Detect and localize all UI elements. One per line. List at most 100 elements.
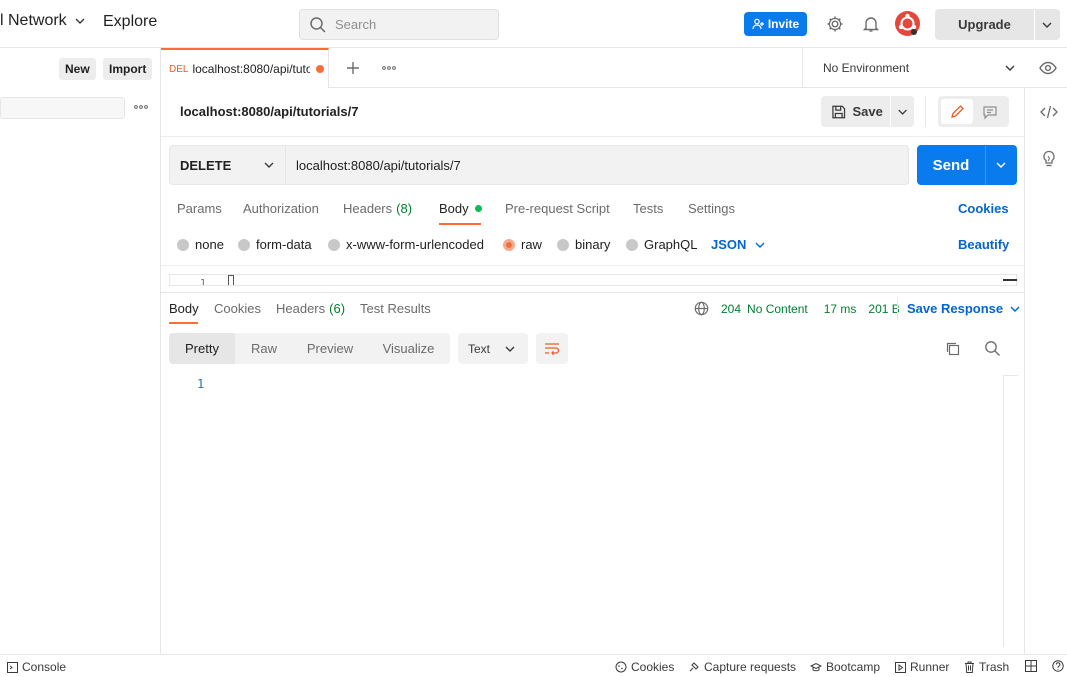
explore-link[interactable]: Explore	[103, 13, 157, 31]
more-icon[interactable]	[382, 65, 396, 71]
response-tab-body[interactable]: Body	[169, 301, 199, 316]
response-tab-headers-count: (6)	[329, 301, 346, 316]
save-button[interactable]: Save	[821, 96, 914, 127]
search-icon	[310, 16, 326, 33]
tab-params[interactable]: Params	[177, 201, 222, 216]
save-response-button[interactable]: Save Response	[907, 301, 1021, 316]
chevron-down-icon	[1005, 65, 1015, 71]
save-label: Save	[852, 104, 883, 119]
comments-button[interactable]	[973, 99, 1006, 124]
search-placeholder: Search	[335, 17, 377, 32]
environment-select[interactable]: No Environment	[802, 48, 1023, 88]
response-time: 17 ms	[823, 301, 857, 316]
status-dot	[474, 205, 482, 212]
radio-circle	[626, 238, 638, 251]
plus-icon[interactable]	[346, 61, 360, 75]
new-button[interactable]: New	[59, 58, 96, 80]
response-tab-headers-label: Headers	[276, 301, 326, 316]
resize-handle[interactable]	[1003, 279, 1017, 281]
unsaved-dot	[316, 65, 325, 73]
help-icon[interactable]	[1052, 660, 1064, 672]
response-tab-headers[interactable]: Headers (6)	[276, 301, 345, 316]
lightbulb-icon[interactable]	[1041, 150, 1057, 168]
view-pretty[interactable]: Pretty	[169, 333, 235, 364]
tab-body[interactable]: Body	[439, 201, 482, 216]
chevron-down-icon[interactable]	[986, 158, 1017, 172]
eye-icon[interactable]	[1039, 60, 1057, 76]
bell-icon[interactable]	[862, 15, 880, 33]
chevron-down-icon[interactable]	[1035, 18, 1060, 32]
workspace-menu[interactable]: l Network	[0, 12, 87, 30]
wrap-lines-button[interactable]	[536, 333, 568, 364]
import-button[interactable]: Import	[103, 58, 153, 80]
method-select[interactable]: DELETE	[170, 146, 286, 184]
send-button[interactable]: Send	[917, 145, 1017, 185]
radio-circle	[177, 238, 189, 251]
response-meta: 204 No Content 17 ms 201 B	[694, 301, 900, 316]
status-text: No Content	[747, 301, 808, 316]
cookies-link[interactable]: Cookies	[958, 201, 1009, 216]
radio-raw[interactable]: raw	[503, 237, 542, 252]
globe-icon[interactable]	[694, 301, 709, 316]
play-icon	[895, 661, 906, 673]
view-preview[interactable]: Preview	[293, 333, 367, 364]
scrollbar[interactable]	[1003, 375, 1018, 647]
chevron-down-icon	[264, 162, 274, 168]
two-pane-icon[interactable]	[1025, 660, 1037, 672]
save-icon	[832, 105, 846, 118]
more-icon[interactable]	[134, 104, 148, 110]
runner-button[interactable]: Runner	[895, 660, 949, 674]
upgrade-button[interactable]: Upgrade	[935, 9, 1060, 40]
console-icon	[7, 661, 18, 673]
chevron-down-icon[interactable]	[891, 105, 914, 119]
request-title[interactable]: localhost:8080/api/tutorials/7	[180, 104, 358, 119]
radio-x-www-form-urlencoded[interactable]: x-www-form-urlencoded	[328, 237, 484, 252]
chevron-down-icon	[75, 18, 85, 24]
radio-graphql[interactable]: GraphQL	[626, 237, 697, 252]
search-icon[interactable]	[984, 340, 1001, 357]
tab-headers-count: (8)	[396, 201, 413, 216]
view-visualize[interactable]: Visualize	[367, 333, 450, 364]
avatar[interactable]	[895, 11, 920, 36]
response-tab-cookies[interactable]: Cookies	[214, 301, 261, 316]
add-user-icon	[752, 18, 764, 30]
invite-label: Invite	[767, 17, 800, 31]
radio-binary[interactable]: binary	[557, 237, 610, 252]
tab-authorization[interactable]: Authorization	[243, 201, 319, 216]
text-format-select[interactable]: Text	[458, 333, 528, 364]
radio-none[interactable]: none	[177, 237, 224, 252]
response-line-number: 1	[197, 377, 205, 391]
radio-form-data[interactable]: form-data	[238, 237, 312, 252]
response-tab-test-results[interactable]: Test Results	[360, 301, 431, 316]
tab-tests[interactable]: Tests	[633, 201, 663, 216]
radio-circle	[238, 238, 250, 251]
search-input[interactable]: Search	[299, 9, 499, 40]
copy-icon[interactable]	[945, 341, 961, 357]
request-tab[interactable]: DEL localhost:8080/api/tutorials/7	[161, 48, 329, 88]
url-input[interactable]: localhost:8080/api/tutorials/7	[296, 158, 461, 173]
filter-input[interactable]	[0, 97, 125, 119]
view-raw[interactable]: Raw	[235, 333, 293, 364]
edit-button[interactable]	[941, 99, 973, 124]
code-icon[interactable]	[1040, 104, 1058, 120]
body-editor[interactable]: 1	[169, 274, 1017, 286]
invite-button[interactable]: Invite	[744, 12, 807, 36]
tab-title: localhost:8080/api/tutorials/7	[192, 62, 311, 76]
bootcamp-button[interactable]: Bootcamp	[810, 660, 880, 674]
tab-settings[interactable]: Settings	[688, 201, 735, 216]
right-sidebar	[1024, 88, 1067, 654]
footer-cookies-button[interactable]: Cookies	[615, 660, 674, 674]
beautify-link[interactable]: Beautify	[958, 237, 1009, 252]
tab-headers[interactable]: Headers (8)	[343, 201, 412, 216]
radio-circle	[557, 238, 569, 251]
tab-pre-request-script[interactable]: Pre-request Script	[505, 201, 610, 216]
avatar-icon	[898, 13, 917, 35]
trash-button[interactable]: Trash	[964, 660, 1009, 674]
radio-circle-selected	[503, 238, 515, 251]
gear-icon[interactable]	[826, 15, 844, 33]
capture-requests-button[interactable]: Capture requests	[688, 660, 796, 674]
text-cursor	[228, 275, 234, 285]
divider	[897, 298, 898, 320]
console-button[interactable]: Console	[7, 660, 66, 674]
format-select[interactable]: JSON	[711, 237, 766, 252]
